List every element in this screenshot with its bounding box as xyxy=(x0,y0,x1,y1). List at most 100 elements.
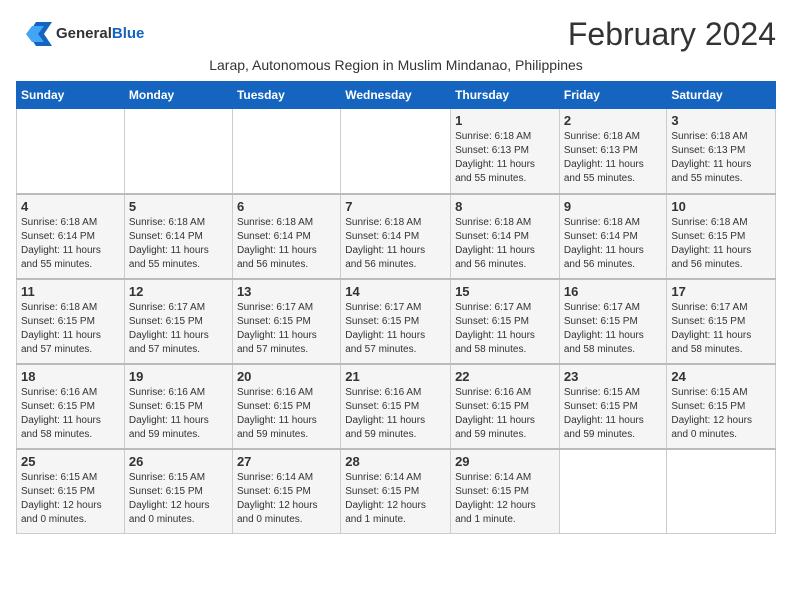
day-number: 29 xyxy=(455,454,555,469)
calendar-cell xyxy=(17,109,125,194)
calendar-cell: 9 Sunrise: 6:18 AM Sunset: 6:14 PM Daylig… xyxy=(559,194,667,279)
day-info: Sunrise: 6:18 AM Sunset: 6:14 PM Dayligh… xyxy=(129,216,228,272)
day-number: 22 xyxy=(455,369,555,384)
calendar-cell: 26 Sunrise: 6:15 AM Sunset: 6:15 PM Dayli… xyxy=(124,449,232,534)
calendar-cell: 18 Sunrise: 6:16 AM Sunset: 6:15 PM Dayli… xyxy=(17,364,125,449)
weekday-header: Wednesday xyxy=(341,82,451,109)
day-info: Sunrise: 6:18 AM Sunset: 6:15 PM Dayligh… xyxy=(21,301,120,357)
calendar-table: SundayMondayTuesdayWednesdayThursdayFrid… xyxy=(16,81,776,534)
weekday-header: Monday xyxy=(124,82,232,109)
calendar-cell xyxy=(124,109,232,194)
day-info: Sunrise: 6:16 AM Sunset: 6:15 PM Dayligh… xyxy=(455,386,555,442)
calendar-cell: 23 Sunrise: 6:15 AM Sunset: 6:15 PM Dayli… xyxy=(559,364,667,449)
day-info: Sunrise: 6:16 AM Sunset: 6:15 PM Dayligh… xyxy=(345,386,446,442)
calendar-cell: 21 Sunrise: 6:16 AM Sunset: 6:15 PM Dayli… xyxy=(341,364,451,449)
day-info: Sunrise: 6:15 AM Sunset: 6:15 PM Dayligh… xyxy=(671,386,771,442)
day-number: 5 xyxy=(129,199,228,214)
day-info: Sunrise: 6:15 AM Sunset: 6:15 PM Dayligh… xyxy=(564,386,663,442)
calendar-cell xyxy=(341,109,451,194)
day-info: Sunrise: 6:18 AM Sunset: 6:13 PM Dayligh… xyxy=(671,130,771,186)
weekday-header: Saturday xyxy=(667,82,776,109)
calendar-cell: 2 Sunrise: 6:18 AM Sunset: 6:13 PM Daylig… xyxy=(559,109,667,194)
weekday-header: Friday xyxy=(559,82,667,109)
day-number: 16 xyxy=(564,284,663,299)
calendar-cell xyxy=(667,449,776,534)
day-info: Sunrise: 6:14 AM Sunset: 6:15 PM Dayligh… xyxy=(237,471,336,527)
day-number: 1 xyxy=(455,113,555,128)
day-info: Sunrise: 6:18 AM Sunset: 6:14 PM Dayligh… xyxy=(455,216,555,272)
day-number: 8 xyxy=(455,199,555,214)
calendar-cell: 10Sunrise: 6:18 AM Sunset: 6:15 PM Dayli… xyxy=(667,194,776,279)
calendar-cell: 8 Sunrise: 6:18 AM Sunset: 6:14 PM Daylig… xyxy=(451,194,560,279)
day-info: Sunrise: 6:15 AM Sunset: 6:15 PM Dayligh… xyxy=(129,471,228,527)
day-info: Sunrise: 6:14 AM Sunset: 6:15 PM Dayligh… xyxy=(345,471,446,527)
calendar-cell: 13 Sunrise: 6:17 AM Sunset: 6:15 PM Dayli… xyxy=(232,279,340,364)
day-info: Sunrise: 6:15 AM Sunset: 6:15 PM Dayligh… xyxy=(21,471,120,527)
calendar-cell: 19 Sunrise: 6:16 AM Sunset: 6:15 PM Dayli… xyxy=(124,364,232,449)
day-number: 11 xyxy=(21,284,120,299)
logo: GeneralBlue xyxy=(16,16,144,52)
day-number: 23 xyxy=(564,369,663,384)
day-number: 24 xyxy=(671,369,771,384)
calendar-cell: 29 Sunrise: 6:14 AM Sunset: 6:15 PM Dayli… xyxy=(451,449,560,534)
day-info: Sunrise: 6:17 AM Sunset: 6:15 PM Dayligh… xyxy=(564,301,663,357)
day-number: 12 xyxy=(129,284,228,299)
calendar-cell: 16 Sunrise: 6:17 AM Sunset: 6:15 PM Dayli… xyxy=(559,279,667,364)
day-number: 26 xyxy=(129,454,228,469)
day-number: 17 xyxy=(671,284,771,299)
day-info: Sunrise: 6:16 AM Sunset: 6:15 PM Dayligh… xyxy=(21,386,120,442)
calendar-cell: 3 Sunrise: 6:18 AM Sunset: 6:13 PM Daylig… xyxy=(667,109,776,194)
logo-general: General xyxy=(56,25,112,42)
day-info: Sunrise: 6:18 AM Sunset: 6:14 PM Dayligh… xyxy=(21,216,120,272)
day-info: Sunrise: 6:17 AM Sunset: 6:15 PM Dayligh… xyxy=(671,301,771,357)
calendar-cell: 17 Sunrise: 6:17 AM Sunset: 6:15 PM Dayli… xyxy=(667,279,776,364)
day-info: Sunrise: 6:17 AM Sunset: 6:15 PM Dayligh… xyxy=(237,301,336,357)
day-info: Sunrise: 6:18 AM Sunset: 6:15 PM Dayligh… xyxy=(671,216,771,272)
calendar-cell: 27Sunrise: 6:14 AM Sunset: 6:15 PM Dayli… xyxy=(232,449,340,534)
day-number: 7 xyxy=(345,199,446,214)
day-number: 13 xyxy=(237,284,336,299)
day-info: Sunrise: 6:18 AM Sunset: 6:14 PM Dayligh… xyxy=(237,216,336,272)
day-info: Sunrise: 6:17 AM Sunset: 6:15 PM Dayligh… xyxy=(345,301,446,357)
day-info: Sunrise: 6:14 AM Sunset: 6:15 PM Dayligh… xyxy=(455,471,555,527)
calendar-cell: 25 Sunrise: 6:15 AM Sunset: 6:15 PM Dayli… xyxy=(17,449,125,534)
calendar-cell: 20 Sunrise: 6:16 AM Sunset: 6:15 PM Dayli… xyxy=(232,364,340,449)
day-info: Sunrise: 6:16 AM Sunset: 6:15 PM Dayligh… xyxy=(129,386,228,442)
calendar-cell: 6Sunrise: 6:18 AM Sunset: 6:14 PM Daylig… xyxy=(232,194,340,279)
day-info: Sunrise: 6:18 AM Sunset: 6:13 PM Dayligh… xyxy=(455,130,555,186)
month-title: February 2024 xyxy=(568,16,776,53)
day-number: 19 xyxy=(129,369,228,384)
calendar-cell xyxy=(559,449,667,534)
day-number: 20 xyxy=(237,369,336,384)
day-number: 18 xyxy=(21,369,120,384)
day-info: Sunrise: 6:17 AM Sunset: 6:15 PM Dayligh… xyxy=(455,301,555,357)
day-number: 25 xyxy=(21,454,120,469)
calendar-cell: 11 Sunrise: 6:18 AM Sunset: 6:15 PM Dayli… xyxy=(17,279,125,364)
calendar-cell: 22 Sunrise: 6:16 AM Sunset: 6:15 PM Dayli… xyxy=(451,364,560,449)
calendar-cell: 15Sunrise: 6:17 AM Sunset: 6:15 PM Dayli… xyxy=(451,279,560,364)
subtitle: Larap, Autonomous Region in Muslim Minda… xyxy=(16,57,776,73)
day-number: 9 xyxy=(564,199,663,214)
calendar-cell: 28 Sunrise: 6:14 AM Sunset: 6:15 PM Dayli… xyxy=(341,449,451,534)
day-number: 2 xyxy=(564,113,663,128)
day-number: 21 xyxy=(345,369,446,384)
calendar-cell: 5 Sunrise: 6:18 AM Sunset: 6:14 PM Daylig… xyxy=(124,194,232,279)
weekday-header: Tuesday xyxy=(232,82,340,109)
weekday-header: Sunday xyxy=(17,82,125,109)
calendar-cell xyxy=(232,109,340,194)
calendar-cell: 1 Sunrise: 6:18 AM Sunset: 6:13 PM Daylig… xyxy=(451,109,560,194)
calendar-cell: 12 Sunrise: 6:17 AM Sunset: 6:15 PM Dayli… xyxy=(124,279,232,364)
day-info: Sunrise: 6:18 AM Sunset: 6:14 PM Dayligh… xyxy=(564,216,663,272)
day-number: 3 xyxy=(671,113,771,128)
header: GeneralBlue February 2024 xyxy=(16,16,776,53)
calendar-cell: 14Sunrise: 6:17 AM Sunset: 6:15 PM Dayli… xyxy=(341,279,451,364)
calendar-cell: 4Sunrise: 6:18 AM Sunset: 6:14 PM Daylig… xyxy=(17,194,125,279)
day-info: Sunrise: 6:16 AM Sunset: 6:15 PM Dayligh… xyxy=(237,386,336,442)
day-info: Sunrise: 6:18 AM Sunset: 6:14 PM Dayligh… xyxy=(345,216,446,272)
day-info: Sunrise: 6:18 AM Sunset: 6:13 PM Dayligh… xyxy=(564,130,663,186)
day-info: Sunrise: 6:17 AM Sunset: 6:15 PM Dayligh… xyxy=(129,301,228,357)
logo-icon xyxy=(16,16,52,52)
logo-blue: Blue xyxy=(112,25,145,42)
day-number: 28 xyxy=(345,454,446,469)
weekday-header: Thursday xyxy=(451,82,560,109)
